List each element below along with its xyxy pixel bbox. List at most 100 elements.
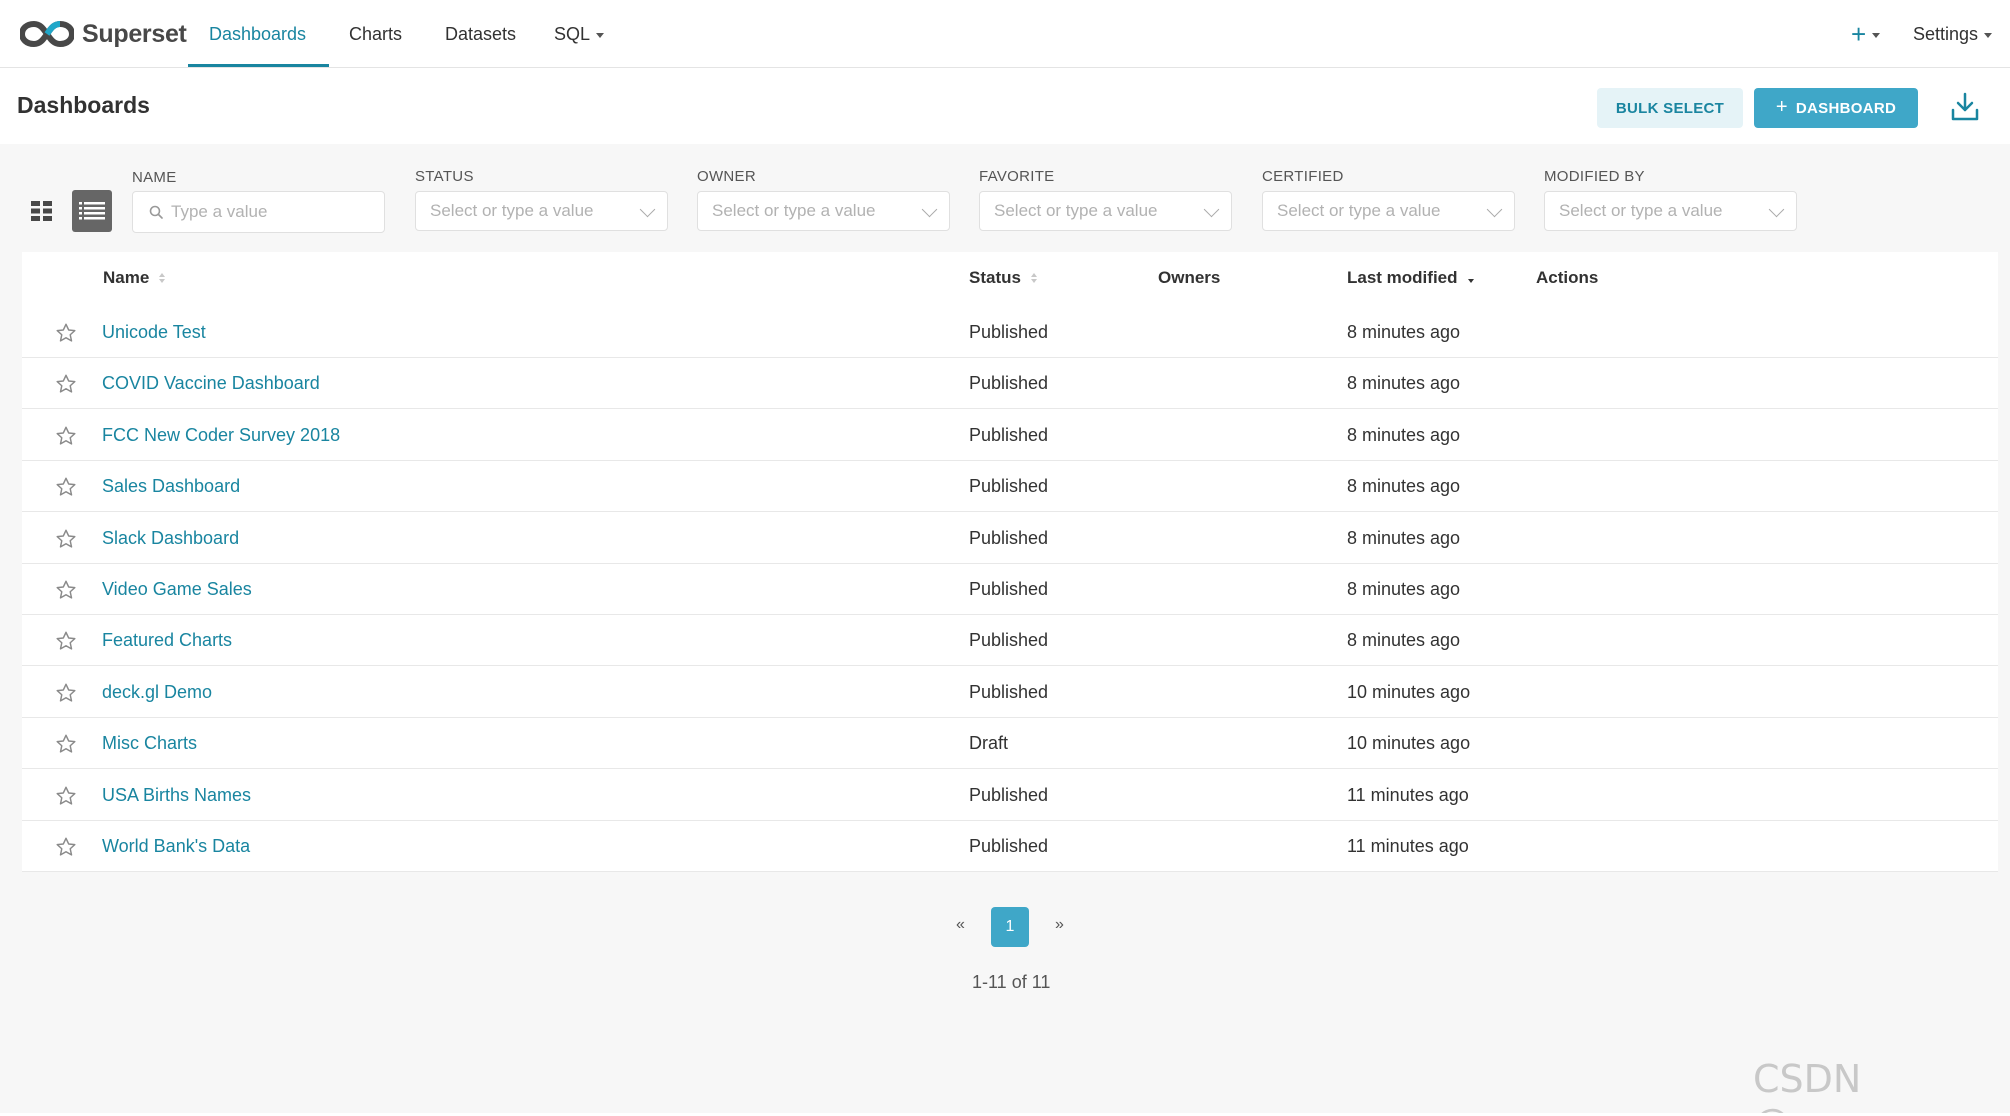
filter-label-favorite: FAVORITE: [979, 168, 1055, 185]
page-title: Dashboards: [17, 92, 150, 118]
dashboard-status: Draft: [969, 733, 1009, 754]
nav-datasets[interactable]: Datasets: [445, 0, 516, 68]
star-icon[interactable]: [55, 476, 77, 498]
filter-label-status: STATUS: [415, 168, 474, 185]
owner-select[interactable]: Select or type a value: [697, 191, 950, 231]
chevron-down-icon: [921, 201, 938, 218]
filter-label-modified-by: MODIFIED BY: [1544, 168, 1645, 185]
pagination-next[interactable]: »: [1055, 916, 1064, 934]
dashboards-table: Name Status Owners Last modified Actions…: [22, 252, 1998, 872]
favorite-select[interactable]: Select or type a value: [979, 191, 1232, 231]
table-row: COVID Vaccine Dashboard Published 8 minute…: [22, 358, 1998, 410]
pagination-page-current[interactable]: 1: [991, 907, 1029, 947]
dashboard-status: Published: [969, 630, 1049, 651]
download-icon[interactable]: [1950, 90, 1980, 124]
column-header-actions: Actions: [1536, 268, 1598, 288]
name-search-input[interactable]: Type a value: [132, 191, 385, 233]
status-select-placeholder: Select or type a value: [430, 201, 594, 220]
add-dashboard-button[interactable]: + DASHBOARD: [1754, 88, 1918, 128]
dashboard-last-modified: 8 minutes ago: [1347, 527, 1461, 548]
table-row: Misc Charts Draft 10 minutes ago: [22, 718, 1998, 770]
search-icon: [149, 205, 163, 219]
dashboard-name-link[interactable]: Unicode Test: [102, 322, 206, 343]
star-icon[interactable]: [55, 785, 77, 807]
plus-icon: +: [1775, 95, 1788, 118]
list-icon: [79, 202, 105, 220]
dashboard-last-modified: 11 minutes ago: [1347, 784, 1469, 805]
star-icon[interactable]: [55, 733, 77, 755]
dashboard-name-link[interactable]: Sales Dashboard: [102, 476, 240, 497]
card-view-toggle[interactable]: [22, 190, 62, 232]
column-header-actions-label: Actions: [1536, 268, 1599, 287]
sort-icon: [1030, 273, 1037, 283]
watermark: CSDN @c_zyer: [1753, 1057, 1912, 1116]
table-row: deck.gl Demo Published 10 minutes ago: [22, 667, 1998, 718]
dashboard-name-link[interactable]: deck.gl Demo: [102, 682, 212, 703]
sort-desc-icon: [1467, 273, 1474, 283]
modified-by-select[interactable]: Select or type a value: [1544, 191, 1797, 231]
superset-logo[interactable]: Superset: [20, 14, 187, 54]
star-icon[interactable]: [55, 425, 77, 447]
dashboard-status: Published: [969, 322, 1049, 342]
dashboard-name-link[interactable]: Misc Charts: [102, 733, 197, 754]
star-icon[interactable]: [55, 630, 77, 652]
superset-logo-icon: [20, 20, 74, 48]
star-icon[interactable]: [55, 528, 77, 550]
dashboard-last-modified: 8 minutes ago: [1347, 373, 1461, 394]
column-header-last-modified-label: Last modified: [1347, 268, 1458, 287]
dashboard-last-modified: 8 minutes ago: [1347, 579, 1461, 599]
dashboard-name-link[interactable]: USA Births Names: [102, 785, 251, 806]
column-header-name[interactable]: Name: [103, 268, 166, 288]
dashboard-name-link[interactable]: COVID Vaccine Dashboard: [102, 373, 320, 394]
dashboard-last-modified: 8 minutes ago: [1347, 476, 1461, 497]
modified-by-select-placeholder: Select or type a value: [1559, 201, 1723, 220]
certified-select-placeholder: Select or type a value: [1277, 201, 1441, 220]
table-row: Slack Dashboard Published 8 minutes ago: [22, 513, 1998, 564]
dashboard-status: Published: [969, 424, 1049, 445]
filter-label-name: NAME: [132, 169, 177, 186]
star-icon[interactable]: [55, 836, 77, 858]
table-row: Unicode Test Published 8 minutes ago: [22, 307, 1998, 358]
column-header-name-label: Name: [103, 268, 150, 287]
column-header-last-modified[interactable]: Last modified: [1347, 268, 1474, 288]
star-icon[interactable]: [55, 682, 77, 704]
dashboard-name-link[interactable]: FCC New Coder Survey 2018: [102, 425, 340, 446]
favorite-select-placeholder: Select or type a value: [994, 201, 1158, 220]
star-icon[interactable]: [55, 579, 77, 601]
certified-select[interactable]: Select or type a value: [1262, 191, 1515, 231]
bulk-select-button[interactable]: BULK SELECT: [1597, 88, 1743, 128]
filter-label-certified: CERTIFIED: [1262, 168, 1344, 185]
add-dashboard-label: DASHBOARD: [1795, 99, 1897, 117]
plus-icon: +: [1851, 18, 1867, 49]
top-navbar: Superset Dashboards Charts Datasets SQL …: [0, 0, 2010, 68]
star-icon[interactable]: [55, 322, 77, 344]
brand-name: Superset: [82, 19, 187, 48]
dashboard-status: Published: [969, 373, 1049, 394]
table-row: Featured Charts Published 8 minutes ago: [22, 615, 1998, 667]
table-row: Sales Dashboard Published 8 minutes ago: [22, 461, 1998, 513]
nav-sql[interactable]: SQL: [554, 0, 605, 68]
dashboard-name-link[interactable]: World Bank's Data: [102, 836, 250, 857]
star-icon[interactable]: [55, 373, 77, 395]
dashboard-name-link[interactable]: Featured Charts: [102, 630, 232, 651]
chevron-down-icon: [1203, 201, 1220, 218]
settings-menu[interactable]: Settings: [1913, 0, 1993, 68]
column-header-status[interactable]: Status: [969, 268, 1037, 288]
grid-icon: [31, 201, 52, 221]
sort-icon: [159, 273, 166, 283]
new-item-menu[interactable]: +: [1851, 0, 1881, 68]
dashboard-last-modified: 11 minutes ago: [1347, 836, 1469, 856]
nav-charts[interactable]: Charts: [349, 0, 402, 68]
status-select[interactable]: Select or type a value: [415, 191, 668, 231]
page-header: Dashboards BULK SELECT + DASHBOARD: [0, 68, 2010, 144]
nav-sql-label: SQL: [554, 23, 591, 44]
nav-dashboards[interactable]: Dashboards: [209, 0, 306, 68]
filter-label-owner: OWNER: [697, 168, 756, 185]
pagination-prev[interactable]: «: [956, 916, 965, 934]
column-header-owners-label: Owners: [1158, 268, 1221, 287]
dashboard-name-link[interactable]: Slack Dashboard: [102, 528, 239, 549]
chevron-down-icon: [1984, 32, 1993, 38]
dashboard-name-link[interactable]: Video Game Sales: [102, 579, 252, 600]
list-view-toggle[interactable]: [72, 190, 112, 232]
pagination-info: 1-11 of 11: [972, 972, 1051, 992]
